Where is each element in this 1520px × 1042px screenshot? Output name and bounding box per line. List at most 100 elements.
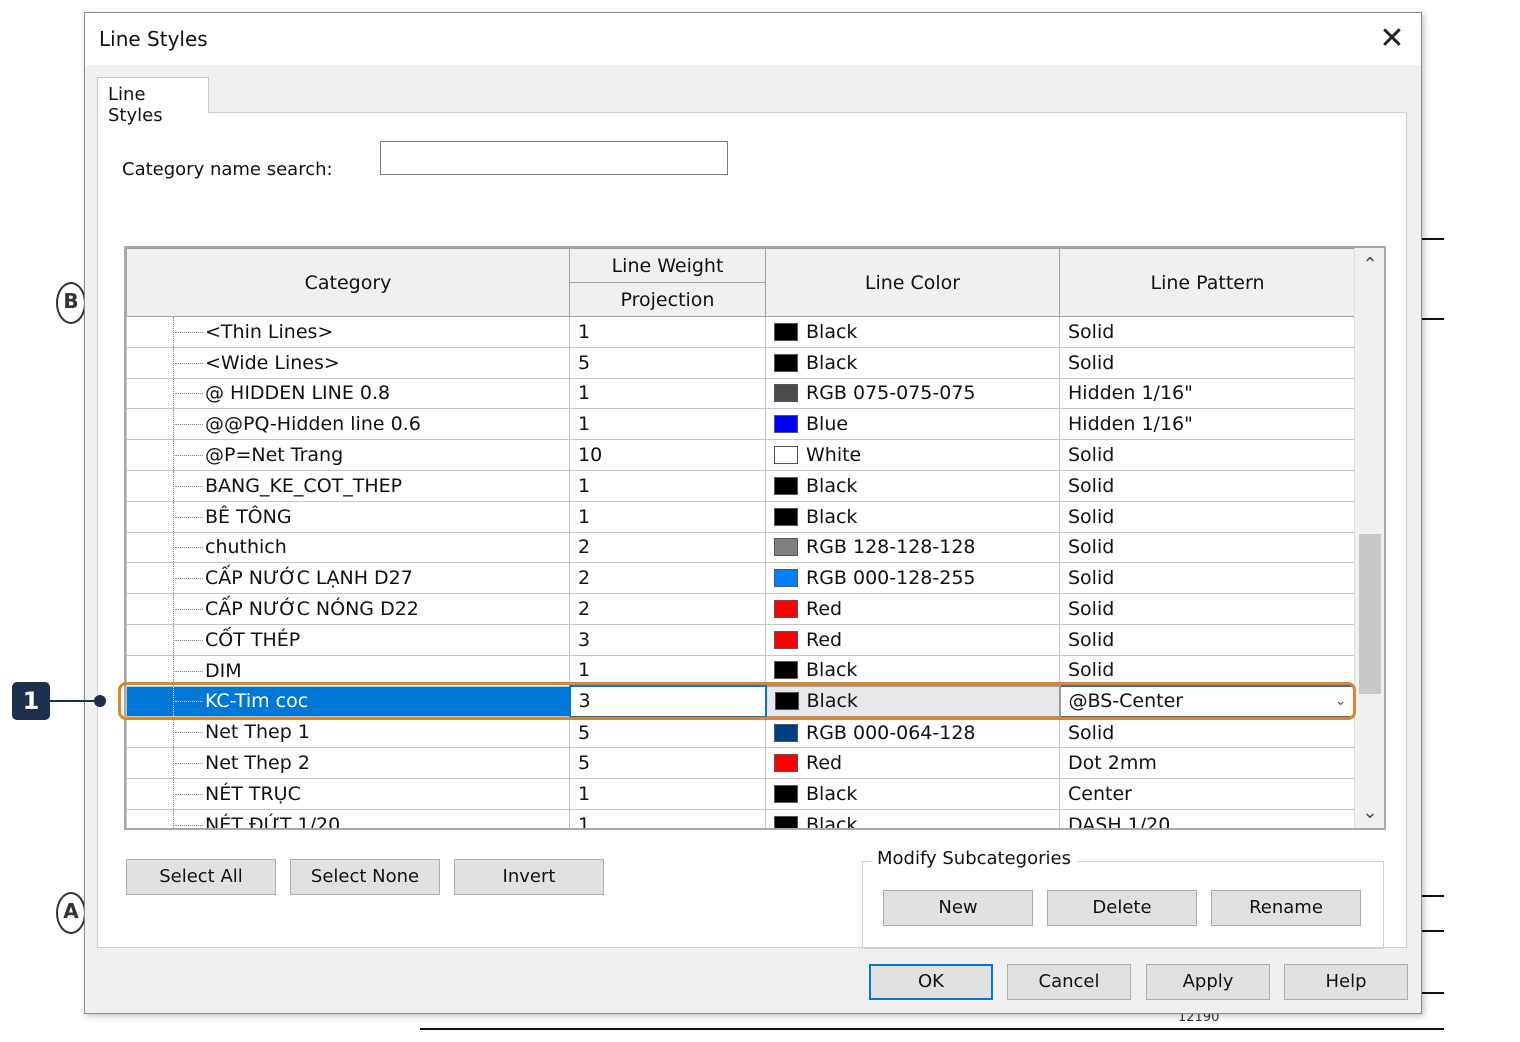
category-cell[interactable]: CỐT THÉP <box>126 623 570 656</box>
table-row[interactable]: Net Thep 1 5 RGB 000-064-128 Solid <box>126 716 1356 749</box>
line-color-cell[interactable]: Red <box>765 593 1060 625</box>
tab-line-styles[interactable]: Line Styles <box>97 77 209 126</box>
line-pattern-cell[interactable]: Solid <box>1059 654 1356 687</box>
line-weight-cell[interactable]: 5 <box>569 346 766 379</box>
line-color-cell[interactable]: Black <box>764 685 1061 718</box>
line-pattern-cell[interactable]: Solid <box>1059 623 1356 656</box>
table-row[interactable]: chuthich 2 RGB 128-128-128 Solid <box>126 531 1356 564</box>
table-row[interactable]: @@PQ-Hidden line 0.6 1 Blue Hidden 1/16" <box>126 408 1356 441</box>
line-weight-cell[interactable]: 10 <box>569 439 766 471</box>
table-row[interactable]: NÉT ĐỨT 1/20 1 Black DASH 1/20 <box>126 808 1356 828</box>
line-pattern-cell[interactable]: Solid <box>1059 316 1356 348</box>
line-weight-cell[interactable]: 1 <box>569 777 766 810</box>
cancel-button[interactable]: Cancel <box>1007 964 1131 1000</box>
table-row[interactable]: BÊ TÔNG 1 Black Solid <box>126 500 1356 533</box>
table-row[interactable]: @ HIDDEN LINE 0.8 1 RGB 075-075-075 Hidden … <box>126 377 1356 410</box>
line-pattern-cell[interactable]: Solid <box>1059 469 1356 502</box>
line-pattern-cell[interactable]: Solid <box>1059 346 1356 379</box>
category-cell[interactable]: @@PQ-Hidden line 0.6 <box>126 408 570 441</box>
line-pattern-cell[interactable]: Solid <box>1059 531 1356 564</box>
line-color-cell[interactable]: RGB 128-128-128 <box>765 531 1060 564</box>
vertical-scrollbar[interactable]: ⌃ ⌄ <box>1354 248 1384 828</box>
line-pattern-cell[interactable]: DASH 1/20 <box>1059 808 1356 828</box>
line-pattern-cell[interactable]: Solid <box>1059 716 1356 749</box>
table-row[interactable]: NÉT TRỤC 1 Black Center <box>126 777 1356 810</box>
ok-button[interactable]: OK <box>869 964 993 1000</box>
category-search-input[interactable] <box>380 141 728 175</box>
apply-button[interactable]: Apply <box>1146 964 1270 1000</box>
line-color-cell[interactable]: Blue <box>765 408 1060 441</box>
category-cell[interactable]: @ HIDDEN LINE 0.8 <box>126 377 570 410</box>
line-pattern-cell[interactable]: Solid <box>1059 500 1356 533</box>
line-color-cell[interactable]: Black <box>765 808 1060 828</box>
line-weight-cell[interactable]: 3 <box>568 685 767 718</box>
new-button[interactable]: New <box>883 890 1033 926</box>
line-weight-cell[interactable]: 1 <box>569 408 766 441</box>
category-cell[interactable]: <Wide Lines> <box>126 346 570 379</box>
line-color-cell[interactable]: Red <box>765 747 1060 779</box>
header-projection[interactable]: Projection <box>569 282 766 317</box>
table-row[interactable]: DIM 1 Black Solid <box>126 654 1356 687</box>
table-row[interactable]: BANG_KE_COT_THEP 1 Black Solid <box>126 469 1356 502</box>
table-row[interactable]: <Thin Lines> 1 Black Solid <box>126 316 1356 348</box>
table-row[interactable]: CẤP NƯỚC LẠNH D27 2 RGB 000-128-255 Solid <box>126 562 1356 595</box>
line-weight-cell[interactable]: 2 <box>569 562 766 595</box>
category-cell[interactable]: CẤP NƯỚC NÓNG D22 <box>126 593 570 625</box>
category-cell[interactable]: chuthich <box>126 531 570 564</box>
line-pattern-cell[interactable]: Solid <box>1059 562 1356 595</box>
line-color-cell[interactable]: Red <box>765 623 1060 656</box>
line-color-cell[interactable]: Black <box>765 500 1060 533</box>
invert-button[interactable]: Invert <box>454 859 604 895</box>
line-color-cell[interactable]: RGB 000-128-255 <box>765 562 1060 595</box>
line-weight-cell[interactable]: 2 <box>569 593 766 625</box>
header-line-color[interactable]: Line Color <box>765 248 1060 317</box>
category-cell[interactable]: DIM <box>126 654 570 687</box>
line-pattern-cell[interactable]: @BS-Center ⌄ <box>1058 685 1357 718</box>
table-row[interactable]: @P=Net Trang 10 White Solid <box>126 439 1356 471</box>
category-cell[interactable]: Net Thep 2 <box>126 747 570 779</box>
table-row[interactable]: KC-Tim coc 3 Black @BS-Center ⌄ <box>126 685 1357 718</box>
line-pattern-cell[interactable]: Solid <box>1059 593 1356 625</box>
category-cell[interactable]: NÉT TRỤC <box>126 777 570 810</box>
line-color-cell[interactable]: Black <box>765 654 1060 687</box>
line-color-cell[interactable]: Black <box>765 316 1060 348</box>
rename-button[interactable]: Rename <box>1211 890 1361 926</box>
dropdown-arrow-icon[interactable]: ⌄ <box>1335 693 1347 709</box>
scroll-thumb[interactable] <box>1359 534 1381 694</box>
line-weight-cell[interactable]: 1 <box>569 808 766 828</box>
table-row[interactable]: Net Thep 2 5 Red Dot 2mm <box>126 747 1356 779</box>
chevron-up-icon[interactable]: ⌃ <box>1355 250 1384 280</box>
category-cell[interactable]: KC-Tim coc <box>126 685 570 718</box>
line-weight-cell[interactable]: 5 <box>569 716 766 749</box>
category-cell[interactable]: NÉT ĐỨT 1/20 <box>126 808 570 828</box>
select-none-button[interactable]: Select None <box>290 859 440 895</box>
line-color-cell[interactable]: White <box>765 439 1060 471</box>
line-pattern-cell[interactable]: Dot 2mm <box>1059 747 1356 779</box>
line-weight-cell[interactable]: 1 <box>569 316 766 348</box>
category-cell[interactable]: Net Thep 1 <box>126 716 570 749</box>
chevron-down-icon[interactable]: ⌄ <box>1355 798 1384 828</box>
category-cell[interactable]: @P=Net Trang <box>126 439 570 471</box>
line-weight-cell[interactable]: 1 <box>569 377 766 410</box>
category-cell[interactable]: <Thin Lines> <box>126 316 570 348</box>
category-cell[interactable]: CẤP NƯỚC LẠNH D27 <box>126 562 570 595</box>
line-weight-cell[interactable]: 1 <box>569 654 766 687</box>
line-pattern-cell[interactable]: Solid <box>1059 439 1356 471</box>
line-color-cell[interactable]: RGB 000-064-128 <box>765 716 1060 749</box>
line-weight-cell[interactable]: 1 <box>569 469 766 502</box>
close-icon[interactable]: ✕ <box>1377 24 1407 54</box>
line-color-cell[interactable]: Black <box>765 346 1060 379</box>
table-row[interactable]: CẤP NƯỚC NÓNG D22 2 Red Solid <box>126 593 1356 625</box>
select-all-button[interactable]: Select All <box>126 859 276 895</box>
header-line-pattern[interactable]: Line Pattern <box>1059 248 1356 317</box>
delete-button[interactable]: Delete <box>1047 890 1197 926</box>
line-pattern-cell[interactable]: Hidden 1/16" <box>1059 408 1356 441</box>
line-weight-cell[interactable]: 1 <box>569 500 766 533</box>
category-cell[interactable]: BANG_KE_COT_THEP <box>126 469 570 502</box>
category-cell[interactable]: BÊ TÔNG <box>126 500 570 533</box>
table-row[interactable]: CỐT THÉP 3 Red Solid <box>126 623 1356 656</box>
line-color-cell[interactable]: RGB 075-075-075 <box>765 377 1060 410</box>
header-category[interactable]: Category <box>126 248 570 317</box>
line-pattern-cell[interactable]: Hidden 1/16" <box>1059 377 1356 410</box>
line-pattern-cell[interactable]: Center <box>1059 777 1356 810</box>
